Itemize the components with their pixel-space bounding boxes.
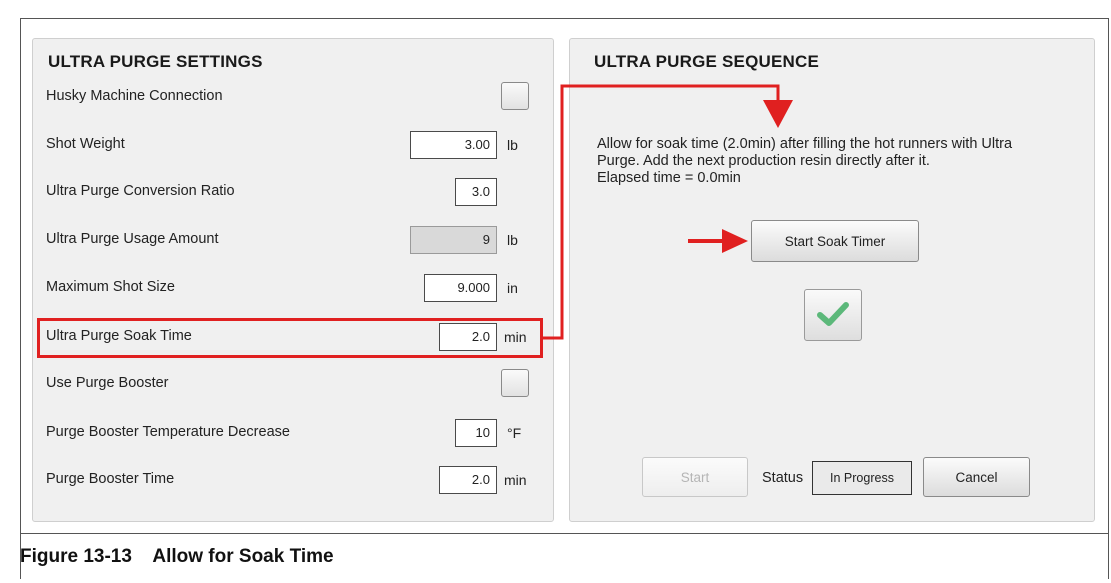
soak-message: Allow for soak time (2.0min) after filli… <box>597 136 1087 187</box>
purge-booster-time-label: Purge Booster Time <box>46 471 175 487</box>
use-purge-booster-label: Use Purge Booster <box>46 375 169 391</box>
usage-amount-unit: lb <box>507 232 518 248</box>
row-purge-booster-time: Purge Booster Time 2.0 min <box>46 465 546 495</box>
row-use-purge-booster: Use Purge Booster <box>46 369 546 399</box>
use-purge-booster-checkbox[interactable] <box>501 369 529 397</box>
caption-divider <box>20 533 1109 534</box>
husky-machine-connection-checkbox[interactable] <box>501 82 529 110</box>
shot-weight-input[interactable]: 3.00 <box>410 131 497 159</box>
row-usage-amount: Ultra Purge Usage Amount 9 lb <box>46 225 546 255</box>
settings-title: ULTRA PURGE SETTINGS <box>48 52 263 71</box>
usage-amount-label: Ultra Purge Usage Amount <box>46 231 219 247</box>
purge-booster-time-input[interactable]: 2.0 <box>439 466 497 494</box>
status-label: Status <box>762 470 804 486</box>
temperature-decrease-unit: °F <box>507 425 522 441</box>
checkmark-icon <box>817 302 849 326</box>
usage-amount-field: 9 <box>410 226 497 254</box>
soak-message-line-2: Purge. Add the next production resin dir… <box>597 153 930 169</box>
sequence-title: ULTRA PURGE SEQUENCE <box>594 52 820 71</box>
temperature-decrease-input[interactable]: 10 <box>455 419 497 447</box>
check-button[interactable] <box>804 289 862 341</box>
maximum-shot-size-input[interactable]: 9.000 <box>424 274 497 302</box>
conversion-ratio-label: Ultra Purge Conversion Ratio <box>46 183 235 199</box>
purge-booster-time-unit: min <box>504 472 527 488</box>
row-temperature-decrease: Purge Booster Temperature Decrease 10 °F <box>46 418 546 448</box>
shot-weight-label: Shot Weight <box>46 136 125 152</box>
elapsed-time-text: Elapsed time = 0.0min <box>597 170 741 186</box>
husky-machine-connection-label: Husky Machine Connection <box>46 88 223 104</box>
maximum-shot-size-unit: in <box>507 280 518 296</box>
conversion-ratio-input[interactable]: 3.0 <box>455 178 497 206</box>
soak-message-line-1: Allow for soak time (2.0min) after filli… <box>597 136 1013 152</box>
row-husky-machine-connection: Husky Machine Connection <box>46 82 546 112</box>
sequence-panel <box>569 38 1095 522</box>
row-conversion-ratio: Ultra Purge Conversion Ratio 3.0 <box>46 177 546 207</box>
status-value: In Progress <box>812 461 912 495</box>
start-soak-timer-button[interactable]: Start Soak Timer <box>751 220 919 262</box>
row-shot-weight: Shot Weight 3.00 lb <box>46 130 546 160</box>
figure-caption: Figure 13-13 Allow for Soak Time <box>20 546 334 567</box>
start-button[interactable]: Start <box>642 457 748 497</box>
soak-time-highlight <box>37 318 543 358</box>
cancel-button[interactable]: Cancel <box>923 457 1030 497</box>
temperature-decrease-label: Purge Booster Temperature Decrease <box>46 424 290 440</box>
shot-weight-unit: lb <box>507 137 518 153</box>
maximum-shot-size-label: Maximum Shot Size <box>46 279 175 295</box>
row-maximum-shot-size: Maximum Shot Size 9.000 in <box>46 273 546 303</box>
